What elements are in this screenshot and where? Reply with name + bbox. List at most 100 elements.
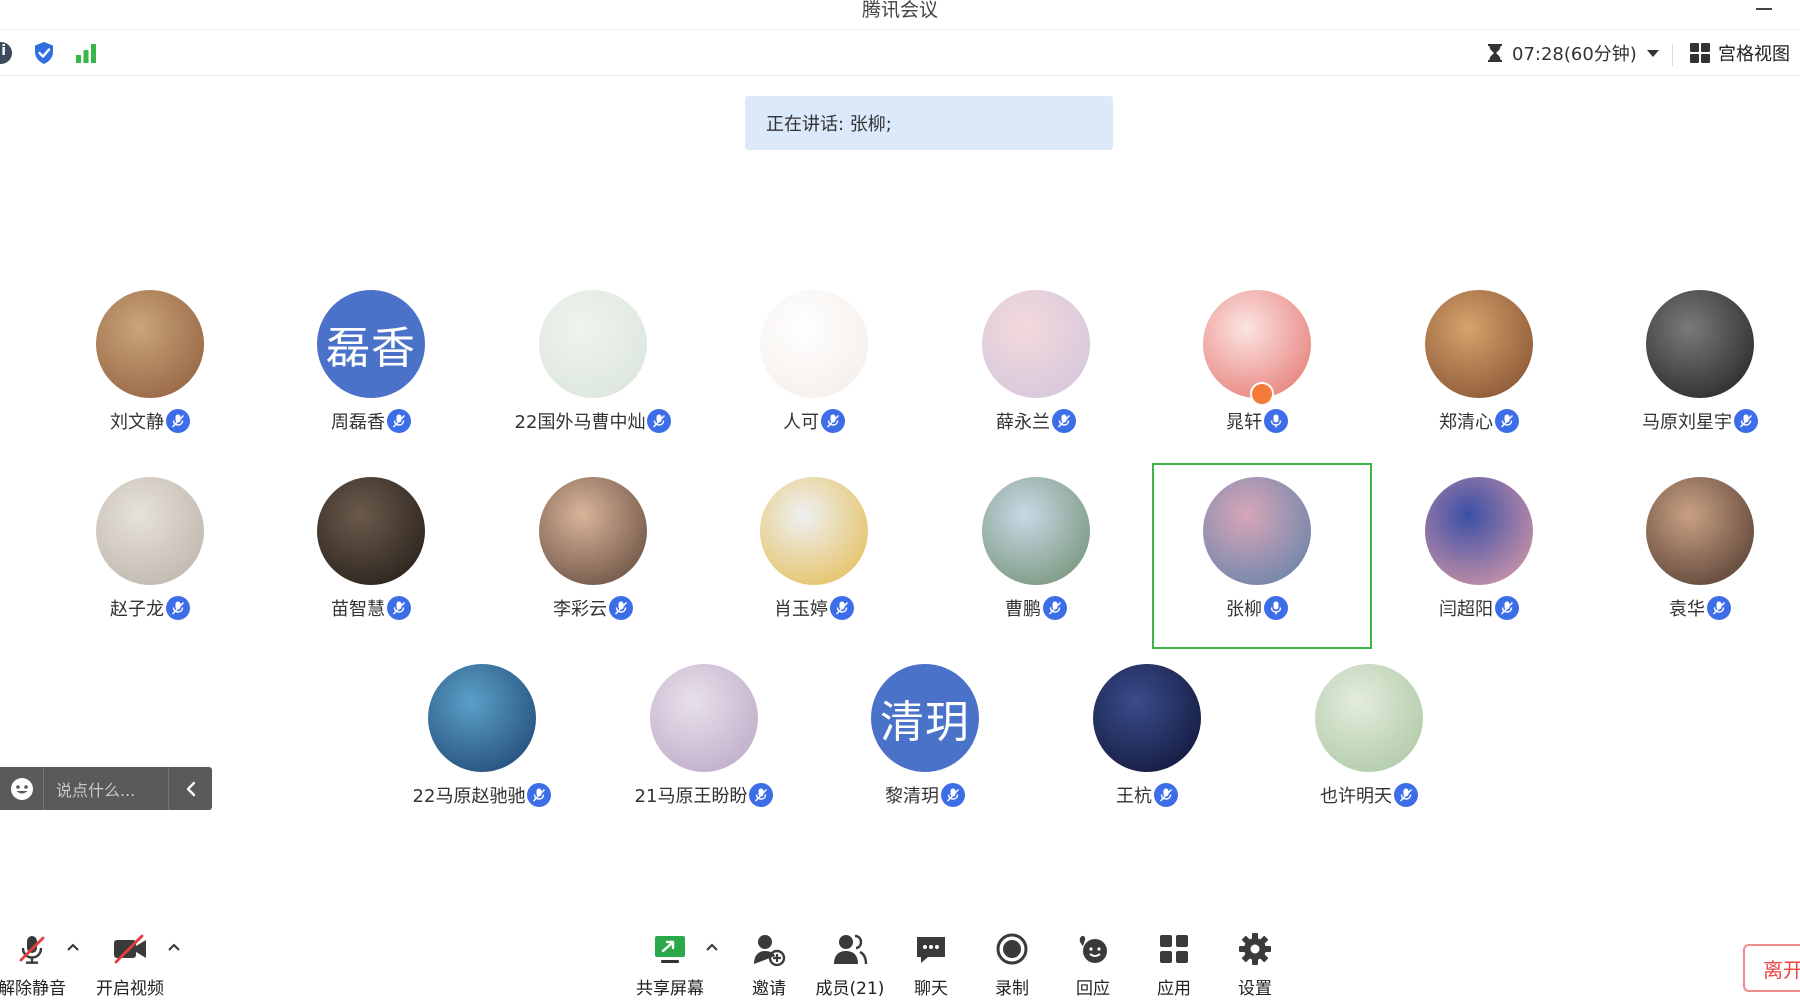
participant-tile[interactable]: 清玥黎清玥 <box>825 664 1025 814</box>
collapse-chat-button[interactable] <box>168 767 212 810</box>
participant-tile[interactable]: 22国外马曹中灿 <box>493 290 693 440</box>
participant-tile[interactable]: 袁华 <box>1600 477 1800 627</box>
reactions-button[interactable]: 回应 <box>1051 930 1135 1000</box>
avatar[interactable]: 磊香 <box>317 290 425 398</box>
participant-tile[interactable]: 肖玉婷 <box>714 477 914 627</box>
avatar[interactable] <box>1425 290 1533 398</box>
invite-button[interactable]: 邀请 <box>727 930 811 1000</box>
participant-tile[interactable]: 也许明天 <box>1269 664 1469 814</box>
avatar[interactable] <box>96 290 204 398</box>
mic-muted-icon <box>830 596 854 620</box>
participant-name: 刘文静 <box>110 412 164 433</box>
reactions-label: 回应 <box>1076 979 1110 999</box>
record-button[interactable]: 录制 <box>970 930 1054 1000</box>
share-screen-label: 共享屏幕 <box>636 979 704 999</box>
mic-icon <box>1264 409 1288 433</box>
mic-muted-icon <box>1495 409 1519 433</box>
participant-name: 王杭 <box>1116 786 1152 807</box>
avatar[interactable]: 清玥 <box>871 664 979 772</box>
mic-muted-icon <box>749 783 774 807</box>
participant-name-row: 赵子龙 <box>50 595 250 621</box>
shield-icon[interactable] <box>32 41 56 65</box>
participant-name: 李彩云 <box>553 599 607 620</box>
avatar[interactable] <box>317 477 425 585</box>
minimize-button[interactable] <box>1754 2 1774 16</box>
chevron-up-icon[interactable] <box>704 939 720 955</box>
speaking-indicator: 正在讲话: 张柳; <box>745 96 1113 150</box>
participant-tile[interactable]: 22马原赵驰驰 <box>382 664 582 814</box>
avatar[interactable] <box>539 477 647 585</box>
avatar[interactable] <box>1425 477 1533 585</box>
chat-icon <box>912 930 950 968</box>
participant-name: 人可 <box>783 412 819 433</box>
mic-muted-icon <box>1707 596 1731 620</box>
participant-name-row: 王杭 <box>1047 782 1247 808</box>
avatar[interactable] <box>428 664 536 772</box>
participant-tile[interactable]: 曹鹏 <box>936 477 1136 627</box>
share-screen-button[interactable]: 共享屏幕 <box>628 930 712 1000</box>
avatar[interactable] <box>1646 477 1754 585</box>
settings-button[interactable]: 设置 <box>1213 930 1297 1000</box>
participant-tile[interactable]: 磊香周磊香 <box>271 290 471 440</box>
participant-tile[interactable]: 马原刘星宇 <box>1600 290 1800 440</box>
avatar[interactable] <box>1093 664 1201 772</box>
avatar[interactable] <box>982 290 1090 398</box>
participant-name-row: 李彩云 <box>493 595 693 621</box>
participant-name-row: 曹鹏 <box>936 595 1136 621</box>
participant-tile[interactable]: 郑清心 <box>1379 290 1579 440</box>
participant-tile[interactable]: 王杭 <box>1047 664 1247 814</box>
timer-text: 07:28(60分钟) <box>1512 44 1637 65</box>
participant-name-row: 马原刘星宇 <box>1600 408 1800 434</box>
participant-tile[interactable]: 苗智慧 <box>271 477 471 627</box>
avatar[interactable] <box>1315 664 1423 772</box>
leave-meeting-button[interactable]: 离开 <box>1743 944 1800 992</box>
participant-tile[interactable]: 薛永兰 <box>936 290 1136 440</box>
avatar[interactable] <box>539 290 647 398</box>
participant-tile[interactable]: 赵子龙 <box>50 477 250 627</box>
grid-view-label: 宫格视图 <box>1718 44 1790 65</box>
start-video-button[interactable]: 开启视频 <box>88 930 172 1000</box>
grid-view-button[interactable]: 宫格视图 <box>1690 40 1790 66</box>
avatar[interactable] <box>1646 290 1754 398</box>
participant-name: 晁轩 <box>1226 412 1262 433</box>
participant-tile[interactable]: 李彩云 <box>493 477 693 627</box>
signal-strength-icon[interactable] <box>74 41 98 65</box>
participant-tile[interactable]: 刘文静 <box>50 290 250 440</box>
reaction-icon <box>1074 930 1112 968</box>
settings-label: 设置 <box>1238 979 1272 999</box>
members-button[interactable]: 成员(21) <box>808 930 892 1000</box>
chat-input[interactable]: 说点什么... <box>44 777 168 801</box>
mic-muted-icon <box>1394 783 1418 807</box>
emoji-button[interactable] <box>0 767 44 810</box>
participant-name: 袁华 <box>1669 599 1705 620</box>
start-video-label: 开启视频 <box>96 979 164 999</box>
chat-input-bar[interactable]: 说点什么... <box>0 767 212 810</box>
avatar[interactable] <box>760 290 868 398</box>
apps-button[interactable]: 应用 <box>1132 930 1216 1000</box>
chevron-left-icon <box>186 781 195 796</box>
participant-tile[interactable]: 闫超阳 <box>1379 477 1579 627</box>
participant-name: 黎清玥 <box>885 786 939 807</box>
mic-muted-icon <box>527 783 552 807</box>
participant-tile[interactable]: 人可 <box>714 290 914 440</box>
avatar[interactable] <box>96 477 204 585</box>
chat-button[interactable]: 聊天 <box>889 930 973 1000</box>
grid-view-icon <box>1690 43 1710 63</box>
avatar[interactable] <box>650 664 758 772</box>
avatar[interactable] <box>982 477 1090 585</box>
unmute-button[interactable]: 解除静音 <box>0 930 74 1000</box>
mic-muted-icon <box>387 596 411 620</box>
participant-name-row: 肖玉婷 <box>714 595 914 621</box>
avatar[interactable] <box>1203 477 1311 585</box>
avatar[interactable] <box>760 477 868 585</box>
chevron-up-icon[interactable] <box>166 939 182 955</box>
participant-name: 也许明天 <box>1320 786 1392 807</box>
participant-name-row: 袁华 <box>1600 595 1800 621</box>
meeting-info-icon[interactable] <box>0 42 12 64</box>
chevron-up-icon[interactable] <box>65 939 81 955</box>
participant-tile[interactable]: 张柳 <box>1157 477 1357 627</box>
participant-tile[interactable]: 晁轩 <box>1157 290 1357 440</box>
participant-name: 周磊香 <box>331 412 385 433</box>
meeting-timer[interactable]: 07:28(60分钟) <box>1486 40 1659 66</box>
participant-tile[interactable]: 21马原王盼盼 <box>604 664 804 814</box>
